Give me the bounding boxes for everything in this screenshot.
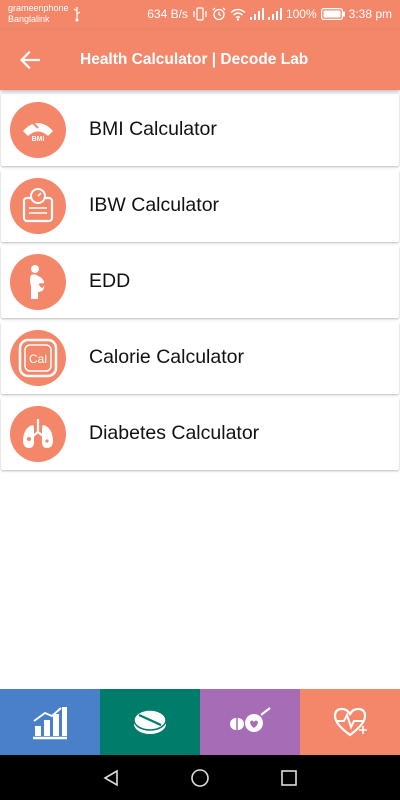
system-recents-button[interactable]	[277, 766, 301, 790]
lungs-icon	[10, 406, 66, 462]
app-bar: Health Calculator | Decode Lab	[0, 30, 400, 90]
carrier-2: Banglalink	[8, 14, 50, 24]
wifi-icon	[230, 8, 246, 21]
pill-icon	[133, 709, 167, 734]
list-item-label: BMI Calculator	[89, 118, 217, 140]
calorie-icon: Cal	[10, 330, 66, 386]
bar-chart-icon	[33, 707, 67, 740]
calculator-list: BMI BMI Calculator IBW Calculator EDD Ca…	[0, 94, 400, 474]
pills-heart-icon	[230, 707, 271, 732]
status-bar: grameenphone Banglalink 634 B/s 100% 3:3…	[0, 0, 400, 30]
status-indicators: 634 B/s 100% 3:38 pm	[147, 7, 392, 21]
tab-treatment[interactable]	[200, 689, 300, 755]
clock: 3:38 pm	[348, 7, 392, 21]
list-item-edd[interactable]: EDD	[1, 246, 399, 318]
vibrate-icon	[193, 7, 207, 21]
arrow-left-icon	[20, 51, 40, 69]
list-item-label: IBW Calculator	[89, 194, 220, 216]
alarm-icon	[212, 7, 226, 21]
triangle-back-icon	[103, 769, 118, 787]
bmi-scale-icon: BMI	[10, 102, 66, 158]
circle-home-icon	[191, 769, 209, 787]
carrier-1: grameenphone	[8, 3, 69, 13]
heart-rate-icon	[333, 707, 367, 737]
list-item-ibw-calculator[interactable]: IBW Calculator	[1, 170, 399, 242]
bottom-nav	[0, 689, 400, 755]
list-item-calorie-calculator[interactable]: Cal Calorie Calculator	[1, 322, 399, 394]
tab-health[interactable]	[300, 689, 400, 755]
list-item-diabetes-calculator[interactable]: Diabetes Calculator	[1, 398, 399, 470]
pregnant-woman-icon	[10, 254, 66, 310]
battery-percent: 100%	[285, 7, 317, 21]
list-item-label: EDD	[89, 270, 131, 292]
signal-icon-2	[267, 8, 282, 20]
tab-statistics[interactable]	[0, 689, 100, 755]
weight-scale-icon	[10, 178, 66, 234]
calorie-icon-text: Cal	[29, 352, 47, 366]
page-title: Health Calculator | Decode Lab	[80, 51, 309, 68]
square-recents-icon	[281, 770, 297, 786]
list-item-label: Calorie Calculator	[89, 346, 244, 368]
tab-medicine[interactable]	[100, 689, 200, 755]
battery-icon	[320, 8, 345, 20]
list-item-bmi-calculator[interactable]: BMI BMI Calculator	[1, 94, 399, 166]
bmi-icon-text: BMI	[32, 136, 45, 143]
carrier-names: grameenphone Banglalink	[8, 3, 69, 25]
signal-icon-1	[249, 8, 264, 20]
list-item-label: Diabetes Calculator	[89, 422, 260, 444]
system-nav-bar	[0, 755, 400, 800]
network-speed: 634 B/s	[147, 7, 188, 21]
back-button[interactable]	[14, 44, 46, 76]
usb-icon	[73, 7, 81, 22]
system-back-button[interactable]	[99, 766, 123, 790]
system-home-button[interactable]	[188, 766, 212, 790]
